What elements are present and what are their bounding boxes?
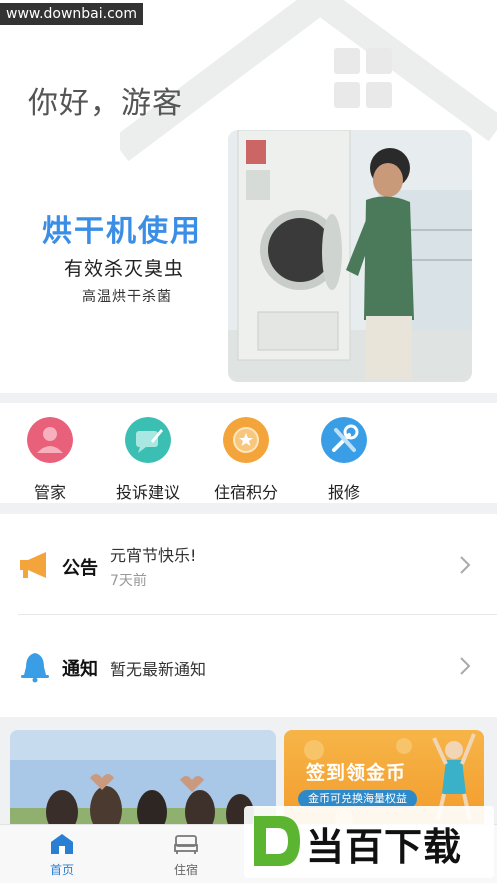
banner-subtitle-2: 高温烘干杀菌 [82, 289, 172, 305]
home-header: www.downbai.com 你好，游客 烘干机使用 有效杀灭臭虫 高温烘干杀… [0, 0, 497, 393]
menu-item-feedback[interactable]: 投诉建议 [103, 415, 193, 502]
menu-label-butler: 管家 [33, 483, 66, 502]
d-logo-icon [254, 816, 300, 866]
site-logo-watermark: 当百下载 [244, 806, 494, 878]
greeting-text: 你好，游客 [28, 86, 183, 121]
menu-label-points: 住宿积分 [213, 483, 278, 502]
announcement-row[interactable]: 公告 元宵节快乐! 7天前 [0, 514, 497, 615]
megaphone-icon [20, 552, 46, 578]
repair-icon [321, 417, 367, 463]
chevron-right-icon [460, 657, 471, 675]
watermark: www.downbai.com [0, 3, 143, 25]
dryer-photo [228, 130, 472, 382]
promo-checkin-title: 签到领金币 [306, 762, 407, 784]
bell-icon [21, 653, 49, 683]
banner-text: 烘干机使用 有效杀灭臭虫 高温烘干杀菌 [16, 130, 236, 382]
notification-row[interactable]: 通知 暂无最新通知 [0, 617, 497, 717]
notice-panel: 公告 元宵节快乐! 7天前 通知 暂无最新通知 [0, 514, 497, 717]
notification-label: 通知 [62, 659, 98, 680]
tab-stay[interactable]: 住宿 [146, 831, 226, 881]
announcement-text: 元宵节快乐! [110, 546, 197, 565]
chevron-right-icon [460, 556, 471, 574]
quick-menu: 管家 投诉建议 住宿积分 报修 [0, 403, 497, 503]
points-icon [223, 417, 269, 463]
notification-text: 暂无最新通知 [110, 660, 207, 679]
butler-icon [27, 417, 73, 463]
home-icon [51, 834, 73, 854]
logo-text: 当百下载 [306, 825, 463, 869]
banner-subtitle: 有效杀灭臭虫 [64, 258, 185, 280]
tab-stay-label: 住宿 [173, 863, 198, 877]
promo-banner[interactable]: 烘干机使用 有效杀灭臭虫 高温烘干杀菌 [16, 130, 472, 382]
announcement-time: 7天前 [110, 573, 147, 589]
friends-photo-card[interactable] [10, 730, 276, 830]
menu-item-repair[interactable]: 报修 [299, 415, 389, 502]
announcement-label: 公告 [62, 558, 98, 579]
tab-home-label: 首页 [49, 863, 74, 877]
menu-item-butler[interactable]: 管家 [5, 415, 95, 502]
app-screen: www.downbai.com 你好，游客 烘干机使用 有效杀灭臭虫 高温烘干杀… [0, 0, 497, 883]
bed-icon [174, 835, 198, 854]
feedback-icon [125, 417, 171, 463]
menu-label-repair: 报修 [327, 483, 360, 502]
tab-home[interactable]: 首页 [22, 831, 102, 881]
menu-item-points[interactable]: 住宿积分 [201, 415, 291, 502]
banner-title: 烘干机使用 [42, 214, 202, 249]
divider [18, 614, 497, 615]
menu-label-feedback: 投诉建议 [115, 483, 180, 502]
